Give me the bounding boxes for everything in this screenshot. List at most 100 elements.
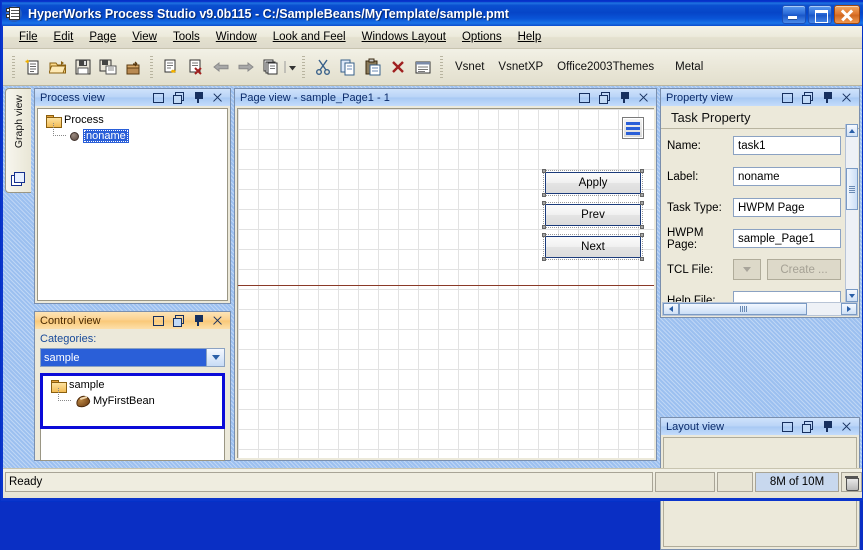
menu-tools[interactable]: Tools: [165, 28, 208, 46]
toolbar-grip-3[interactable]: [302, 56, 305, 78]
scroll-up-button[interactable]: [846, 124, 858, 137]
theme-office2003[interactable]: Office2003Themes: [550, 61, 661, 73]
maximize-button[interactable]: [808, 4, 832, 24]
new-page-icon[interactable]: [158, 55, 183, 80]
theme-metal[interactable]: Metal: [661, 61, 710, 73]
control-tree-empty-area[interactable]: [40, 429, 225, 461]
memory-indicator[interactable]: 8M of 10M: [755, 472, 839, 492]
toolbar-grip[interactable]: [12, 56, 15, 78]
toolbar-grip-4[interactable]: [440, 56, 443, 78]
tree-node-noname-label: noname: [83, 129, 129, 143]
tree-node-myfirstbean[interactable]: MyFirstBean: [57, 388, 222, 408]
help-file-field[interactable]: [733, 291, 841, 302]
process-tree[interactable]: Process noname: [37, 108, 228, 301]
theme-vsnet[interactable]: Vsnet: [448, 61, 491, 73]
new-document-icon[interactable]: [20, 55, 45, 80]
menu-options[interactable]: Options: [454, 28, 510, 46]
chevron-down-icon[interactable]: [206, 349, 224, 366]
pin-icon[interactable]: [822, 421, 833, 432]
minimize-button[interactable]: [782, 4, 806, 24]
pin-icon[interactable]: [193, 92, 204, 103]
status-field-2: [717, 472, 753, 492]
cut-scissors-icon[interactable]: [310, 55, 335, 80]
property-row-tcl-file: TCL File: Create ...: [661, 254, 845, 285]
restore-double-icon[interactable]: [802, 421, 813, 433]
toolbar-grip-2[interactable]: [150, 56, 153, 78]
dropdown-arrow-icon[interactable]: [283, 55, 297, 80]
page-design-canvas[interactable]: Apply Prev Next: [237, 108, 654, 458]
close-icon[interactable]: [213, 315, 224, 326]
hwpm-page-field[interactable]: sample_Page1: [733, 229, 841, 248]
next-button[interactable]: Next: [542, 233, 644, 261]
scroll-left-button[interactable]: [663, 303, 679, 315]
restore-double-icon[interactable]: [802, 92, 813, 104]
menu-window[interactable]: Window: [208, 28, 265, 46]
process-view-titlebar: Process view: [35, 89, 230, 106]
menu-view[interactable]: View: [124, 28, 165, 46]
label-field[interactable]: noname: [733, 167, 841, 186]
status-field-1: [655, 472, 715, 492]
property-horizontal-scrollbar[interactable]: [662, 302, 858, 316]
properties-list-icon[interactable]: [410, 55, 435, 80]
tab-graph-view[interactable]: Graph view: [5, 88, 31, 193]
restore-double-icon[interactable]: [173, 92, 184, 104]
task-type-field[interactable]: HWPM Page: [733, 198, 841, 217]
menu-edit[interactable]: Edit: [46, 28, 82, 46]
menu-look-and-feel[interactable]: Look and Feel: [265, 28, 354, 46]
pin-icon[interactable]: [193, 315, 204, 326]
delete-x-icon[interactable]: [385, 55, 410, 80]
pin-icon[interactable]: [619, 92, 630, 103]
paste-clipboard-icon[interactable]: [360, 55, 385, 80]
restore-small-icon[interactable]: [153, 315, 164, 326]
arrow-right-icon[interactable]: [233, 55, 258, 80]
menu-widget[interactable]: [622, 117, 644, 139]
arrow-left-icon[interactable]: [208, 55, 233, 80]
menu-page[interactable]: Page: [81, 28, 124, 46]
restore-double-icon[interactable]: [599, 92, 610, 104]
trash-icon[interactable]: [841, 472, 862, 492]
menu-windows-layout[interactable]: Windows Layout: [354, 28, 454, 46]
tree-node-noname[interactable]: noname: [52, 123, 227, 143]
open-folder-icon[interactable]: [45, 55, 70, 80]
restore-small-icon[interactable]: [782, 92, 793, 103]
categories-combo[interactable]: sample: [40, 348, 225, 367]
pin-icon[interactable]: [822, 92, 833, 103]
restore-double-icon[interactable]: [173, 315, 184, 327]
menu-file[interactable]: File: [11, 28, 46, 46]
pages-stack-icon[interactable]: [258, 55, 283, 80]
tree-node-sample[interactable]: sample: [43, 379, 222, 393]
tcl-file-combo[interactable]: [733, 259, 761, 280]
page-view-body: Apply Prev Next: [235, 106, 656, 460]
property-vertical-scrollbar[interactable]: [845, 124, 858, 302]
copy-icon[interactable]: [335, 55, 360, 80]
scroll-down-button[interactable]: [846, 289, 858, 302]
close-icon[interactable]: [213, 92, 224, 103]
prev-button[interactable]: Prev: [542, 201, 644, 229]
control-tree-highlighted[interactable]: sample MyFirstBean: [40, 373, 225, 429]
close-icon[interactable]: [842, 421, 853, 432]
horizontal-scroll-track[interactable]: [679, 303, 841, 315]
menu-help[interactable]: Help: [510, 28, 550, 46]
vertical-scroll-thumb[interactable]: [846, 168, 858, 210]
horizontal-scroll-thumb[interactable]: [679, 303, 807, 315]
theme-vsnetxp[interactable]: VsnetXP: [491, 61, 550, 73]
restore-small-icon[interactable]: [153, 92, 164, 103]
property-row-task-type: Task Type: HWPM Page: [661, 192, 845, 223]
restore-small-icon[interactable]: [579, 92, 590, 103]
create-tcl-button[interactable]: Create ...: [767, 259, 841, 280]
title-bar: HyperWorks Process Studio v9.0b115 - C:/…: [2, 2, 863, 26]
save-as-floppy-icon[interactable]: [95, 55, 120, 80]
name-field[interactable]: task1: [733, 136, 841, 155]
scroll-right-button[interactable]: [841, 303, 857, 315]
save-floppy-icon[interactable]: [70, 55, 95, 80]
window-buttons: [782, 4, 863, 24]
close-button[interactable]: [834, 4, 860, 24]
property-label-task-type: Task Type:: [667, 201, 722, 214]
close-icon[interactable]: [639, 92, 650, 103]
apply-button[interactable]: Apply: [542, 169, 644, 197]
restore-small-icon[interactable]: [782, 421, 793, 432]
tree-node-process[interactable]: Process: [38, 114, 227, 128]
export-box-icon[interactable]: [120, 55, 145, 80]
delete-page-icon[interactable]: [183, 55, 208, 80]
close-icon[interactable]: [842, 92, 853, 103]
